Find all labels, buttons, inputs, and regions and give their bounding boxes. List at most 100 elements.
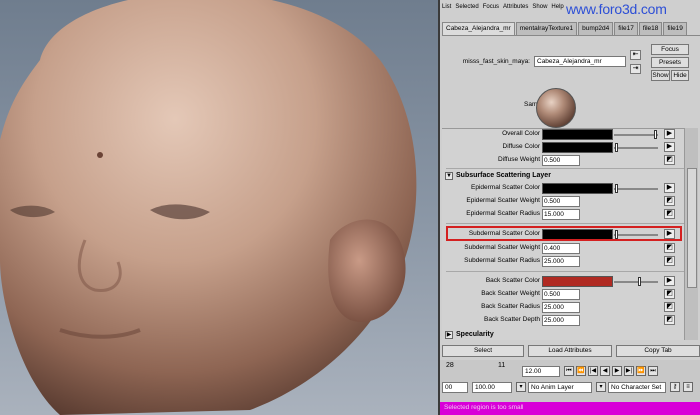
menu-list[interactable]: List (442, 4, 451, 14)
character-set-field[interactable]: No Character Set (608, 382, 666, 393)
diffuse-color-swatch[interactable] (542, 142, 613, 153)
back-color-swatch[interactable] (542, 276, 613, 287)
epidermal-color-map-icon[interactable]: ▶ (664, 183, 675, 193)
back-weight-label: Back Scatter Weight (481, 290, 540, 297)
diffuse-weight-label: Diffuse Weight (497, 156, 540, 163)
back-color-label: Back Scatter Color (485, 277, 540, 284)
specularity-header[interactable]: ▶ Specularity (442, 329, 692, 340)
back-depth-field[interactable]: 25.000 (542, 315, 580, 326)
tab-file17[interactable]: file17 (614, 22, 638, 35)
menu-help[interactable]: Help (551, 4, 563, 14)
show-button[interactable]: Show (651, 70, 670, 81)
subdermal-radius-map-icon[interactable]: ◩ (664, 256, 675, 266)
sss-layer-header[interactable]: ▼ Subsurface Scattering Layer (442, 170, 692, 182)
diffuse-color-row: Diffuse Color ▶ (442, 141, 692, 154)
back-color-slider[interactable] (614, 281, 658, 283)
menu-selected[interactable]: Selected (455, 4, 478, 14)
scrollbar-thumb[interactable] (687, 168, 697, 288)
back-weight-field[interactable]: 0.500 (542, 289, 580, 300)
diffuse-weight-field[interactable]: 0.500 (542, 155, 580, 166)
epidermal-color-label: Epidermal Scatter Color (471, 184, 540, 191)
tab-cabeza[interactable]: Cabeza_Alejandra_mr (442, 22, 515, 35)
anim-layer-field[interactable]: No Anim Layer (528, 382, 592, 393)
overall-color-map-icon[interactable]: ▶ (664, 129, 675, 139)
subdermal-radius-label: Subdermal Scatter Radius (464, 257, 540, 264)
load-attributes-button[interactable]: Load Attributes (528, 345, 612, 357)
copy-tab-button[interactable]: Copy Tab (616, 345, 700, 357)
node-header: misss_fast_skin_maya: Cabeza_Alejandra_m… (442, 44, 700, 84)
back-color-row: Back Scatter Color ▶ (442, 275, 692, 288)
presets-button[interactable]: Presets (651, 57, 689, 68)
subdermal-radius-field[interactable]: 25.000 (542, 256, 580, 267)
timeline-tick-b: 11 (498, 362, 506, 369)
overall-color-slider[interactable] (614, 134, 658, 136)
prev-key-icon[interactable]: |◀ (588, 366, 598, 376)
attribute-list: Overall Color ▶ Diffuse Color ▶ Diffuse … (442, 128, 692, 340)
overall-color-swatch[interactable] (542, 129, 613, 140)
menu-focus[interactable]: Focus (483, 4, 499, 14)
key-icon[interactable]: ⚷ (670, 382, 680, 392)
back-weight-map-icon[interactable]: ◩ (664, 289, 675, 299)
diffuse-color-map-icon[interactable]: ▶ (664, 142, 675, 152)
collapse-icon[interactable]: ▼ (445, 172, 453, 180)
back-depth-map-icon[interactable]: ◩ (664, 315, 675, 325)
current-frame-field[interactable]: 12.00 (522, 366, 560, 377)
next-key-icon[interactable]: ▶| (624, 366, 634, 376)
play-forward-icon[interactable]: ▶ (612, 366, 622, 376)
step-forward-icon[interactable]: ⏩ (636, 366, 646, 376)
epidermal-radius-map-icon[interactable]: ◩ (664, 209, 675, 219)
range-start-field[interactable]: 00 (442, 382, 468, 393)
subdermal-weight-map-icon[interactable]: ◩ (664, 243, 675, 253)
range-end-field[interactable]: 100.00 (472, 382, 512, 393)
node-name-field[interactable]: Cabeza_Alejandra_mr (534, 56, 626, 67)
subdermal-weight-field[interactable]: 0.400 (542, 243, 580, 254)
overall-color-label: Overall Color (502, 130, 540, 137)
play-back-icon[interactable]: ◀ (600, 366, 610, 376)
output-connections-icon[interactable]: ⇥ (630, 64, 641, 74)
epidermal-weight-map-icon[interactable]: ◩ (664, 196, 675, 206)
prefs-icon[interactable]: ≡ (683, 382, 693, 392)
diffuse-weight-row: Diffuse Weight 0.500 ◩ (442, 154, 692, 167)
material-sample-swatch (536, 88, 576, 128)
epidermal-color-row: Epidermal Scatter Color ▶ (442, 182, 692, 195)
epidermal-color-slider[interactable] (614, 188, 658, 190)
menu-attributes[interactable]: Attributes (503, 4, 528, 14)
focus-button[interactable]: Focus (651, 44, 689, 55)
sss-layer-title: Subsurface Scattering Layer (456, 172, 551, 179)
tab-bump2d4[interactable]: bump2d4 (578, 22, 614, 35)
status-bar: Selected region is too small (440, 402, 700, 415)
attribute-scrollbar[interactable] (684, 128, 698, 340)
back-color-map-icon[interactable]: ▶ (664, 276, 675, 286)
expand-icon[interactable]: ▶ (445, 331, 453, 339)
back-radius-field[interactable]: 25.000 (542, 302, 580, 313)
character-set-dropdown-icon[interactable]: ▾ (596, 382, 606, 392)
head-render (0, 0, 417, 415)
step-back-icon[interactable]: ⏪ (576, 366, 586, 376)
menu-show[interactable]: Show (532, 4, 547, 14)
epidermal-color-swatch[interactable] (542, 183, 613, 194)
epidermal-color-knob[interactable] (615, 184, 618, 193)
watermark: www.foro3d.com (566, 1, 667, 17)
diffuse-color-slider[interactable] (614, 147, 658, 149)
hide-button[interactable]: Hide (671, 70, 689, 81)
subdermal-weight-row: Subdermal Scatter Weight 0.400 ◩ (442, 242, 692, 255)
tab-file19[interactable]: file19 (663, 22, 687, 35)
diffuse-color-knob[interactable] (615, 143, 618, 152)
go-end-icon[interactable]: ⏭ (648, 366, 658, 376)
viewport-3d[interactable] (0, 0, 438, 415)
epidermal-radius-label: Epidermal Scatter Radius (466, 210, 540, 217)
tab-mentalray-texture[interactable]: mentalrayTexture1 (515, 22, 578, 35)
back-color-knob[interactable] (638, 277, 641, 286)
input-connections-icon[interactable]: ⇤ (630, 50, 641, 60)
epidermal-radius-row: Epidermal Scatter Radius 15.000 ◩ (442, 208, 692, 221)
anim-layer-dropdown-icon[interactable]: ▾ (516, 382, 526, 392)
back-radius-map-icon[interactable]: ◩ (664, 302, 675, 312)
specularity-title: Specularity (456, 331, 494, 338)
tab-file18[interactable]: file18 (638, 22, 663, 35)
go-start-icon[interactable]: ⏮ (564, 366, 574, 376)
diffuse-weight-map-icon[interactable]: ◩ (664, 155, 675, 165)
select-button[interactable]: Select (442, 345, 524, 357)
overall-color-knob[interactable] (654, 130, 657, 139)
epidermal-weight-field[interactable]: 0.500 (542, 196, 580, 207)
epidermal-radius-field[interactable]: 15.000 (542, 209, 580, 220)
